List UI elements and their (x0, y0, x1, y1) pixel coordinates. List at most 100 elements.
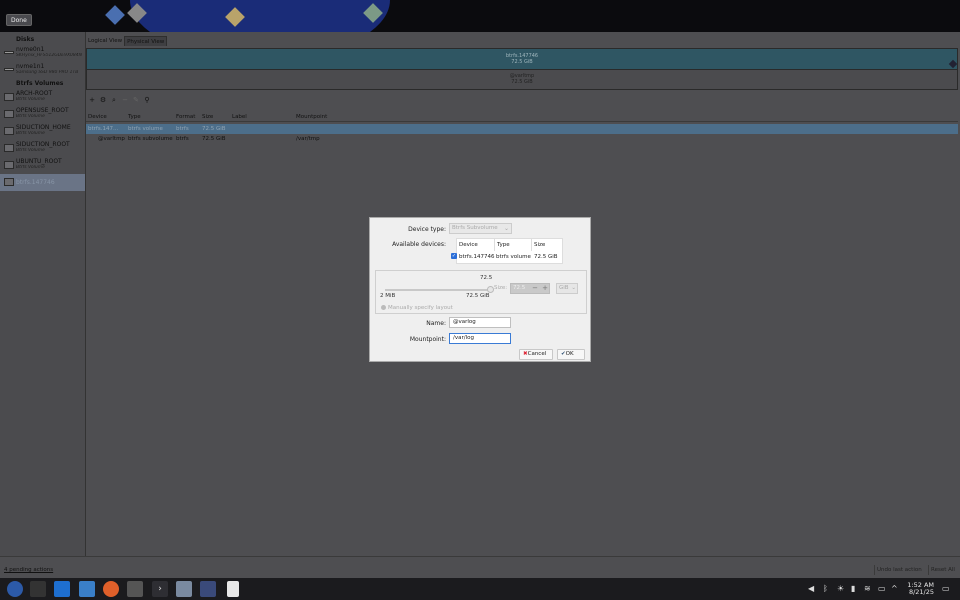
reset-all-button[interactable]: Reset All (928, 565, 957, 575)
size-value: 72.5 (513, 285, 526, 291)
sidebar-item-label: SIDUCTION_ROOT (16, 141, 70, 148)
sidebar-item-disk[interactable]: nvme0n1 SKHynix_HFS512GDE9X084N (0, 45, 85, 62)
size-slider[interactable] (385, 286, 494, 293)
available-devices-table: Device Type Size ✓ btrfs.147746 btrfs vo… (451, 238, 564, 264)
clock[interactable]: 1:52 AM 8/21/25 (904, 582, 934, 596)
column-header[interactable]: Mountpoint (296, 112, 327, 122)
sidebar-item-subtitle: Btrfs Volume (16, 131, 45, 136)
terminal-icon[interactable]: › (152, 581, 168, 597)
subvolume-bar-size: 72.5 GiB (511, 79, 533, 85)
disks-header: Disks (16, 36, 35, 43)
sidebar-item-volume[interactable]: ARCH-ROOT Btrfs Volume (0, 89, 85, 106)
slider-max: 72.5 GiB (466, 293, 490, 299)
sidebar-item-subtitle: Btrfs Volume (16, 148, 45, 153)
mountpoint-label: Mountpoint: (409, 336, 446, 343)
cell-device: btrfs.147746 (459, 254, 495, 260)
sidebar-item-volume[interactable]: SIDUCTION_ROOT Btrfs Volume (0, 140, 85, 157)
column-header[interactable]: Type (495, 239, 532, 251)
done-button[interactable]: Done (6, 14, 32, 26)
folder-icon (4, 144, 14, 152)
column-header[interactable]: Size (532, 239, 563, 251)
device-type-label: Device type: (408, 226, 446, 233)
file-manager-icon[interactable] (79, 581, 95, 597)
column-header[interactable]: Format (176, 112, 195, 122)
show-desktop-icon[interactable]: ▭ (942, 584, 950, 593)
cell-format: btrfs (176, 126, 189, 132)
mountpoint-icon[interactable]: ⚲ (143, 96, 151, 104)
sidebar-item-volume[interactable]: OPENSUSE_ROOT Btrfs Volume (0, 106, 85, 123)
edit-icon[interactable]: ✎ (132, 96, 140, 104)
pending-actions-link[interactable]: 4 pending actions (4, 567, 53, 573)
desktop-wallpaper: Done (0, 0, 960, 32)
sidebar-item-volume[interactable]: UBUNTU_ROOT Btrfs Volume (0, 157, 85, 174)
column-header[interactable]: Device (88, 112, 107, 122)
unit-value: GiB (559, 285, 569, 291)
volume-bar[interactable]: btrfs.147746 72.5 GiB (86, 48, 958, 70)
cell-mountpoint: /var/tmp (296, 136, 320, 142)
tab-physical-view[interactable]: Physical View (124, 36, 168, 46)
search-icon[interactable]: ⌕ (110, 96, 118, 104)
brightness-icon[interactable]: ☀ (837, 584, 844, 593)
mountpoint-field[interactable]: /var/log (449, 333, 511, 344)
tab-logical-view[interactable]: Logical View (86, 36, 124, 46)
battery-icon[interactable]: ▭ (878, 584, 886, 593)
firefox-icon[interactable] (103, 581, 119, 597)
sidebar-item-volume-selected[interactable]: btrfs.147746 (0, 174, 85, 191)
sidebar-item-label: nvme0n1 (16, 46, 45, 53)
column-header[interactable]: Size (202, 112, 213, 122)
add-icon[interactable]: + (88, 96, 96, 104)
wallpaper-band (130, 0, 390, 32)
cancel-button[interactable]: ✖Cancel (519, 349, 553, 360)
cell-size: 72.5 GiB (534, 254, 558, 260)
device-type-select[interactable]: Btrfs Subvolume ⌄ (449, 223, 512, 234)
settings-icon[interactable]: ⚙ (99, 96, 107, 104)
undo-button[interactable]: Undo last action (874, 565, 924, 575)
cell-type: btrfs subvolume (128, 136, 173, 142)
name-label: Name: (426, 320, 446, 327)
ok-button[interactable]: ✔OK (557, 349, 585, 360)
slider-value: 72.5 (480, 275, 493, 281)
partition-manager-icon[interactable] (200, 581, 216, 597)
volume-icon[interactable]: ◀ (808, 584, 814, 593)
sidebar-item-subtitle: SKHynix_HFS512GDE9X084N (16, 53, 82, 58)
cancel-label: Cancel (527, 351, 547, 357)
chevron-up-icon[interactable]: ^ (891, 584, 898, 593)
cell-size: 72.5 GiB (202, 126, 226, 132)
radio-button[interactable] (381, 305, 386, 310)
create-subvolume-dialog: Device type: Btrfs Subvolume ⌄ Available… (369, 217, 591, 362)
bluetooth-icon[interactable]: ᛒ (823, 584, 828, 593)
column-header[interactable]: Label (232, 112, 247, 122)
slider-handle[interactable] (487, 286, 494, 293)
remove-icon[interactable]: − (121, 96, 129, 104)
size-spinbox[interactable]: 72.5 − + (510, 283, 550, 294)
subvolume-bar[interactable]: @varltmp 72.5 GiB (86, 70, 958, 90)
text-editor-icon[interactable] (227, 581, 239, 597)
name-field[interactable]: @varlog (449, 317, 511, 328)
sidebar-item-volume[interactable]: SIDUCTION_HOME Btrfs Volume (0, 123, 85, 140)
app-store-icon[interactable] (54, 581, 70, 597)
partition-table: Device Type Format Size Label Mountpoint… (86, 112, 958, 144)
taskbar: › ◀ ᛒ ☀ ▮ ≋ ▭ ^ 1:52 AM 8/21/25 ▭ (0, 578, 960, 600)
checkbox[interactable]: ✓ (451, 253, 457, 259)
ok-label: OK (565, 351, 574, 357)
manual-layout-option[interactable]: Manually specify layout (381, 305, 453, 311)
table-row[interactable]: @varltmp btrfs subvolume btrfs 72.5 GiB … (86, 134, 958, 144)
table-row[interactable]: btrfs.147... btrfs volume btrfs 72.5 GiB (86, 124, 958, 134)
sidebar-item-subtitle: Btrfs Volume (16, 165, 45, 170)
table-row[interactable]: ✓ btrfs.147746 btrfs volume 72.5 GiB (451, 252, 564, 262)
size-unit-select[interactable]: GiB ⌄ (556, 283, 578, 294)
column-header[interactable]: Type (128, 112, 141, 122)
minus-icon[interactable]: − (531, 284, 539, 293)
app-launcher-icon[interactable] (7, 581, 23, 597)
sidebar-item-subtitle: Btrfs Volume (16, 114, 45, 119)
disk-icon (4, 51, 14, 54)
device-icon[interactable]: ▮ (851, 584, 855, 593)
column-header[interactable]: Device (457, 239, 495, 251)
wifi-icon[interactable]: ≋ (864, 584, 871, 593)
kde-connect-icon[interactable] (127, 581, 143, 597)
overview-icon[interactable] (30, 581, 46, 597)
disk-utility-icon[interactable] (176, 581, 192, 597)
plus-icon[interactable]: + (541, 284, 549, 293)
available-devices-label: Available devices: (392, 241, 446, 248)
sidebar-item-disk[interactable]: nvme1n1 Samsung SSD 980 PRO 1TB (0, 62, 85, 79)
